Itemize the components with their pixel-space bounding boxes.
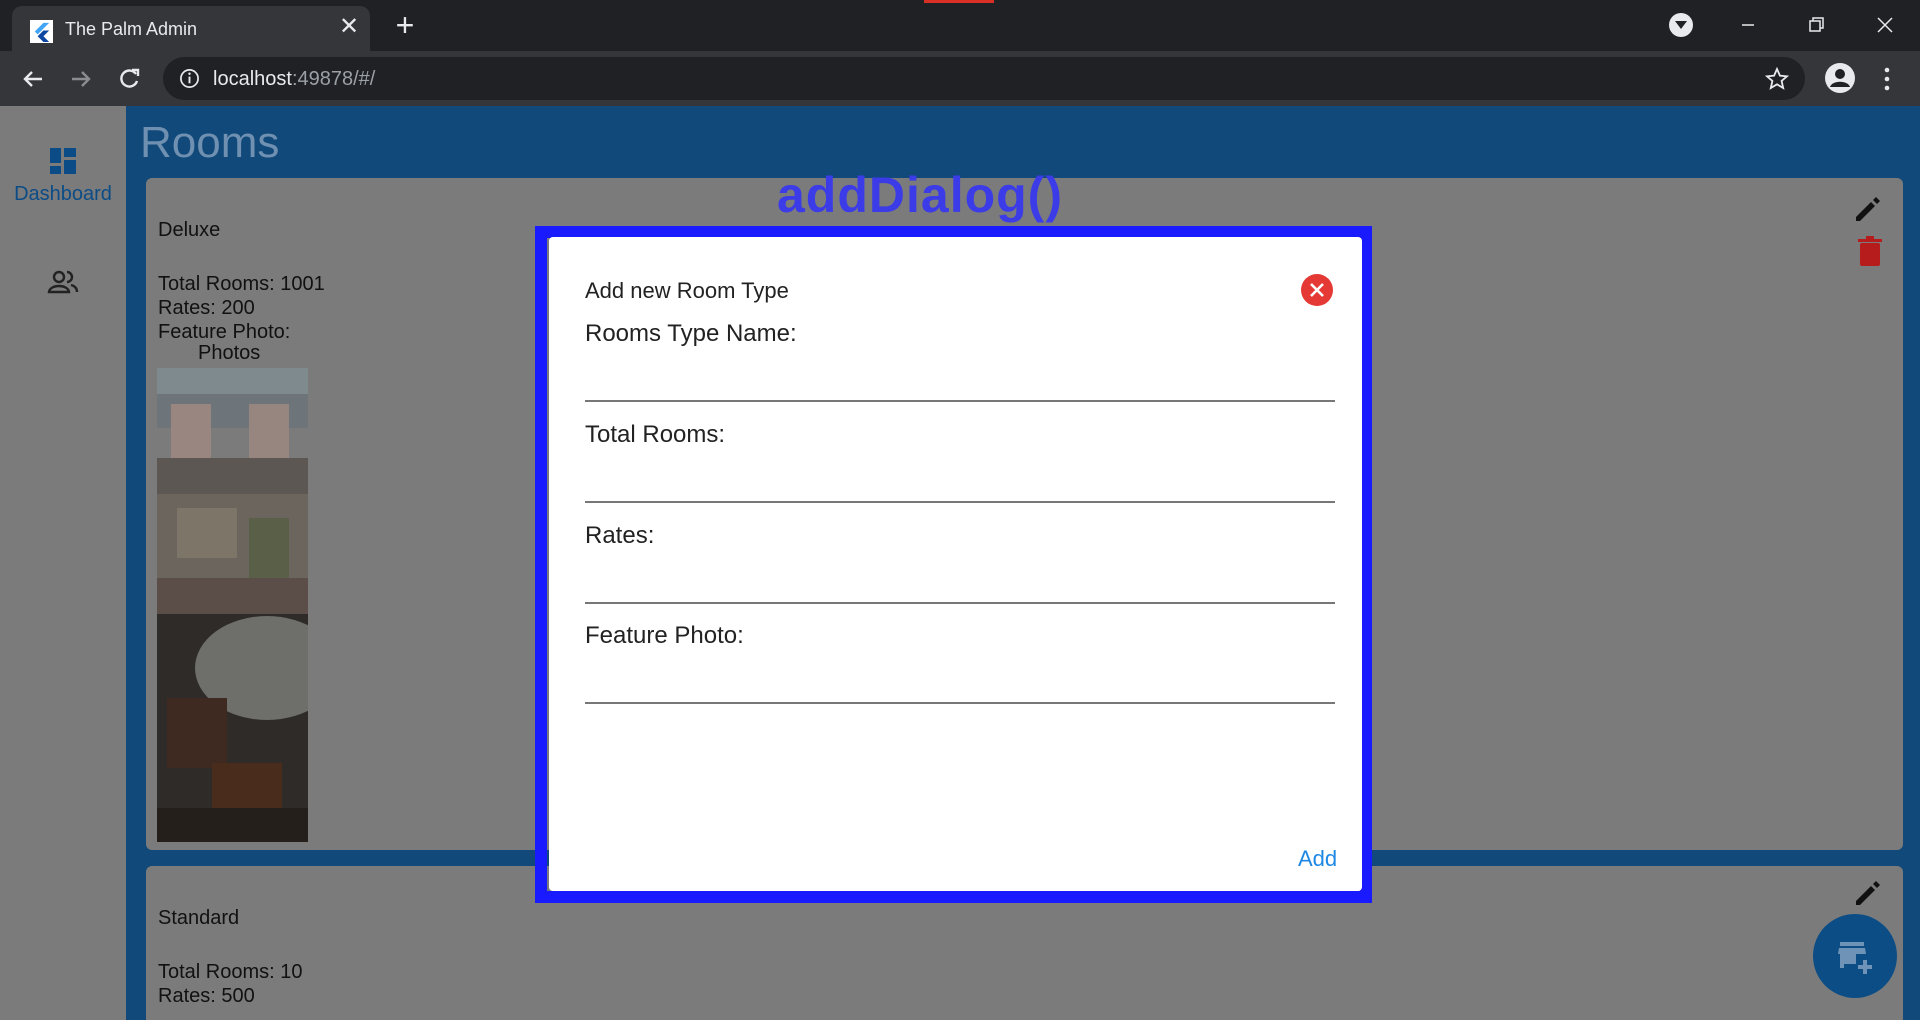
add-room-type-dialog: Add new Room Type Rooms Type Name: Total… xyxy=(549,237,1362,891)
address-bar[interactable]: localhost:49878/#/ xyxy=(163,57,1805,100)
browser-tab-bar: The Palm Admin ✕ + xyxy=(0,0,1920,51)
room-details: Total Rooms: 10 Rates: 500 xyxy=(158,960,303,1008)
tab-close-icon[interactable]: ✕ xyxy=(338,15,360,39)
room-rates: Rates: 200 xyxy=(158,297,255,319)
rates-field: Rates: xyxy=(585,522,1335,622)
close-icon xyxy=(1310,283,1324,297)
room-type-name-label: Rooms Type Name: xyxy=(585,320,797,347)
room-name: Deluxe xyxy=(158,219,221,241)
edit-icon[interactable] xyxy=(1851,192,1885,226)
nav-dashboard-label: Dashboard xyxy=(14,183,112,205)
browser-tab[interactable]: The Palm Admin ✕ xyxy=(12,6,370,51)
tab-title: The Palm Admin xyxy=(65,19,198,39)
feature-photo-field: Feature Photo: xyxy=(585,622,1335,722)
browser-toolbar: localhost:49878/#/ xyxy=(0,51,1920,106)
bookmark-star-icon[interactable] xyxy=(1765,67,1789,91)
feature-photo-label: Feature Photo: xyxy=(585,622,744,649)
total-rooms-label: Total Rooms: xyxy=(585,421,726,448)
add-button[interactable]: Add xyxy=(1298,846,1337,872)
photos-label: Photos xyxy=(198,342,261,364)
url-host: localhost xyxy=(213,68,292,90)
nav-users[interactable] xyxy=(0,268,126,301)
navigation-rail: Dashboard xyxy=(0,106,126,1020)
dashboard-icon xyxy=(50,148,76,174)
dialog-title: Add new Room Type xyxy=(585,278,789,303)
tab-search-icon[interactable] xyxy=(1669,13,1693,37)
dialog-close-button[interactable] xyxy=(1301,274,1333,306)
more-menu-icon[interactable] xyxy=(1875,65,1899,93)
people-icon xyxy=(47,270,79,294)
edit-icon[interactable] xyxy=(1851,876,1885,910)
rates-label: Rates: xyxy=(585,522,655,549)
rates-input[interactable] xyxy=(585,560,1335,604)
new-tab-icon[interactable]: + xyxy=(391,9,419,41)
room-photo-strip xyxy=(157,368,308,842)
room-rates: Rates: 500 xyxy=(158,985,255,1007)
room-total-rooms: Total Rooms: 1001 xyxy=(158,273,325,295)
forward-icon[interactable] xyxy=(66,64,96,94)
room-total-rooms: Total Rooms: 10 xyxy=(158,961,303,983)
window-close-icon[interactable] xyxy=(1870,10,1900,40)
delete-icon[interactable] xyxy=(1855,234,1885,268)
url-text[interactable]: localhost:49878/#/ xyxy=(213,68,375,91)
back-icon[interactable] xyxy=(18,64,48,94)
add-room-fab[interactable] xyxy=(1813,914,1897,998)
nav-dashboard[interactable]: Dashboard xyxy=(0,146,126,206)
minimize-icon[interactable] xyxy=(1733,10,1763,40)
room-type-name-field: Rooms Type Name: xyxy=(585,320,1335,420)
feature-photo-input[interactable] xyxy=(585,660,1335,704)
url-path: :49878/#/ xyxy=(291,68,376,90)
total-rooms-input[interactable] xyxy=(585,459,1335,503)
site-info-icon[interactable] xyxy=(179,68,200,89)
room-details: Total Rooms: 1001 Rates: 200 Feature Pho… xyxy=(158,272,325,344)
reload-icon[interactable] xyxy=(114,64,144,94)
flutter-favicon-icon xyxy=(30,20,53,43)
annotation-label: addDialog() xyxy=(777,167,1063,223)
room-feature-photo-label: Feature Photo: xyxy=(158,321,291,343)
recording-indicator xyxy=(924,0,994,3)
page-title: Rooms xyxy=(140,118,280,167)
account-icon[interactable] xyxy=(1825,63,1855,93)
restore-icon[interactable] xyxy=(1801,10,1831,40)
room-name: Standard xyxy=(158,907,240,929)
total-rooms-field: Total Rooms: xyxy=(585,421,1335,521)
add-business-icon xyxy=(1838,942,1872,974)
room-type-name-input[interactable] xyxy=(585,358,1335,402)
